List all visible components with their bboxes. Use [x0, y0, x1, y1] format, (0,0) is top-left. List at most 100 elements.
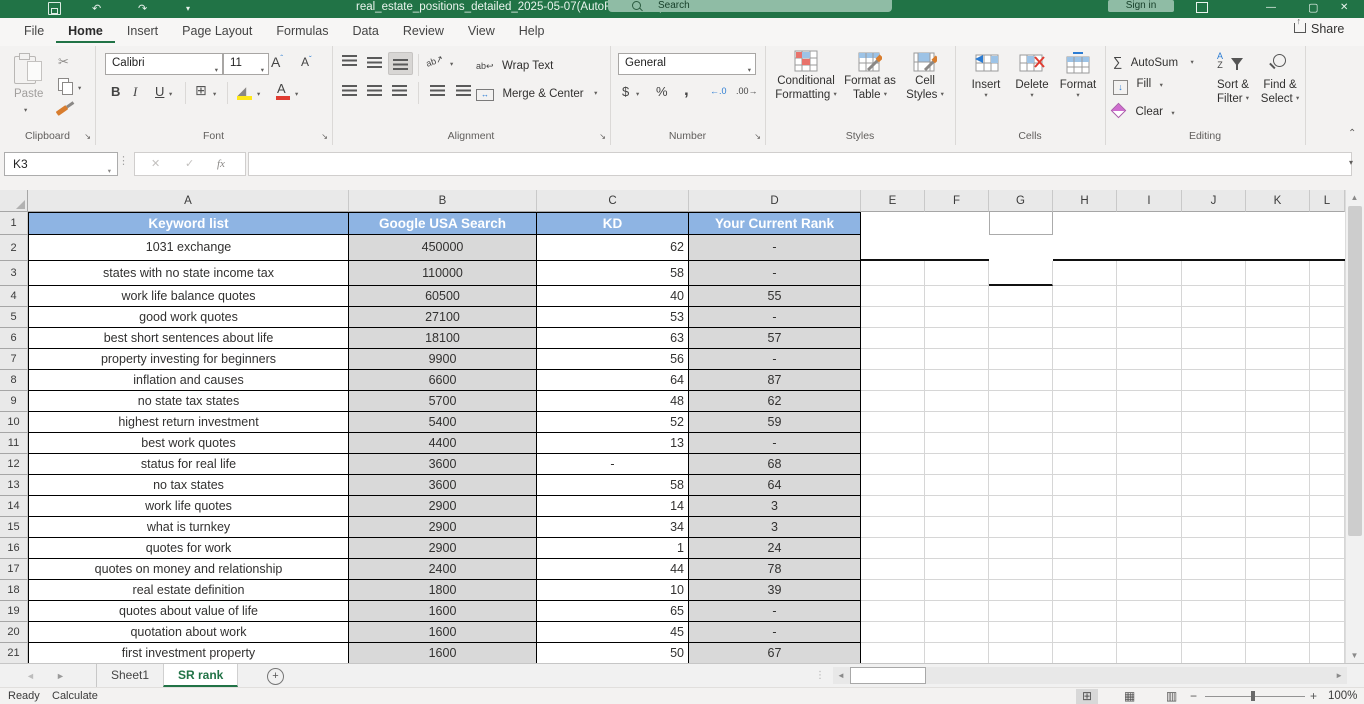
- cell[interactable]: [925, 454, 989, 475]
- row-header-15[interactable]: 15: [0, 517, 28, 538]
- cell[interactable]: 57: [689, 328, 861, 349]
- cell[interactable]: [1246, 349, 1310, 370]
- cell[interactable]: [1053, 580, 1117, 601]
- cell[interactable]: best short sentences about life: [28, 328, 349, 349]
- tab-help[interactable]: Help: [507, 18, 557, 43]
- column-header-F[interactable]: F: [925, 190, 989, 212]
- cell[interactable]: [989, 601, 1053, 622]
- cell[interactable]: 39: [689, 580, 861, 601]
- cell[interactable]: [1310, 391, 1345, 412]
- tab-view[interactable]: View: [456, 18, 507, 43]
- find-select-button[interactable]: Find &Select ▾: [1257, 52, 1303, 106]
- cell[interactable]: [989, 235, 1053, 261]
- delete-cells-button[interactable]: Delete ▾: [1011, 52, 1053, 99]
- cell[interactable]: -: [689, 307, 861, 328]
- sheet-tab-sheet1[interactable]: Sheet1: [97, 664, 163, 687]
- cell[interactable]: [1246, 622, 1310, 643]
- cell[interactable]: [861, 517, 925, 538]
- cell[interactable]: 53: [537, 307, 689, 328]
- cell[interactable]: [1246, 475, 1310, 496]
- cell[interactable]: 2900: [349, 538, 537, 559]
- cell[interactable]: [1117, 212, 1182, 235]
- zoom-out-button[interactable]: −: [1190, 689, 1197, 703]
- percent-style-button[interactable]: %: [656, 84, 668, 99]
- cell[interactable]: [1246, 286, 1310, 307]
- cell[interactable]: [1053, 307, 1117, 328]
- cell[interactable]: -: [689, 433, 861, 454]
- grow-font-button[interactable]: Aˆ: [271, 54, 283, 70]
- row-header-2[interactable]: 2: [0, 235, 28, 261]
- clipboard-dialog-launcher[interactable]: ↘: [84, 132, 91, 141]
- cell[interactable]: [1053, 643, 1117, 663]
- cell[interactable]: [925, 391, 989, 412]
- cell[interactable]: [925, 580, 989, 601]
- cell[interactable]: [1246, 328, 1310, 349]
- cell[interactable]: [1117, 496, 1182, 517]
- cell[interactable]: 62: [689, 391, 861, 412]
- column-header-D[interactable]: D: [689, 190, 861, 212]
- cell[interactable]: [925, 496, 989, 517]
- cell[interactable]: [925, 235, 989, 261]
- cell[interactable]: [989, 349, 1053, 370]
- font-name-combo[interactable]: Calibri▾: [105, 53, 223, 75]
- name-box-dropdown-icon[interactable]: ▾: [108, 161, 111, 183]
- merge-center-button[interactable]: ↔ Merge & Center ▾: [476, 84, 597, 102]
- accounting-format-button[interactable]: $: [622, 84, 629, 99]
- cell[interactable]: [1117, 235, 1182, 261]
- cell[interactable]: [1182, 538, 1246, 559]
- cell[interactable]: -: [689, 261, 861, 286]
- cell[interactable]: [1310, 454, 1345, 475]
- scroll-down-icon[interactable]: ▼: [1346, 651, 1363, 660]
- cell[interactable]: [1182, 412, 1246, 433]
- cell[interactable]: 13: [537, 433, 689, 454]
- font-size-combo[interactable]: 11▾: [223, 53, 269, 75]
- column-header-G[interactable]: G: [989, 190, 1053, 212]
- cell[interactable]: [925, 307, 989, 328]
- cell[interactable]: [1182, 643, 1246, 663]
- copy-icon[interactable]: [58, 78, 69, 91]
- cell[interactable]: [1117, 370, 1182, 391]
- cell[interactable]: [989, 370, 1053, 391]
- cell[interactable]: [1053, 475, 1117, 496]
- number-format-combo[interactable]: General▾: [618, 53, 756, 75]
- cell[interactable]: [861, 391, 925, 412]
- cell[interactable]: [1117, 622, 1182, 643]
- row-header-16[interactable]: 16: [0, 538, 28, 559]
- cell[interactable]: 5400: [349, 412, 537, 433]
- cell[interactable]: 1600: [349, 601, 537, 622]
- new-sheet-button[interactable]: +: [267, 668, 284, 685]
- cell[interactable]: [1310, 643, 1345, 663]
- tab-review[interactable]: Review: [391, 18, 456, 43]
- cell[interactable]: [1053, 496, 1117, 517]
- align-center-button[interactable]: [363, 80, 386, 101]
- cell[interactable]: [1053, 349, 1117, 370]
- cell[interactable]: 67: [689, 643, 861, 663]
- cell[interactable]: [925, 601, 989, 622]
- cell[interactable]: 63: [537, 328, 689, 349]
- cell[interactable]: quotes for work: [28, 538, 349, 559]
- cell[interactable]: 9900: [349, 349, 537, 370]
- select-all-button[interactable]: [0, 190, 28, 212]
- cell[interactable]: 48: [537, 391, 689, 412]
- cell[interactable]: [1310, 235, 1345, 261]
- column-header-B[interactable]: B: [349, 190, 537, 212]
- font-color-button[interactable]: A: [277, 81, 286, 96]
- cell[interactable]: 60500: [349, 286, 537, 307]
- cell[interactable]: [1053, 212, 1117, 235]
- cell[interactable]: [1310, 559, 1345, 580]
- cell[interactable]: [925, 622, 989, 643]
- cell[interactable]: [1053, 391, 1117, 412]
- cell[interactable]: [1182, 286, 1246, 307]
- cell[interactable]: 6600: [349, 370, 537, 391]
- cell[interactable]: [1117, 433, 1182, 454]
- cell[interactable]: [925, 261, 989, 286]
- cell[interactable]: 2900: [349, 496, 537, 517]
- cell[interactable]: [861, 622, 925, 643]
- cell[interactable]: good work quotes: [28, 307, 349, 328]
- cell[interactable]: [1053, 601, 1117, 622]
- cell[interactable]: [989, 475, 1053, 496]
- cell[interactable]: [1246, 643, 1310, 663]
- cell[interactable]: [1117, 643, 1182, 663]
- alignment-dialog-launcher[interactable]: ↘: [599, 132, 606, 141]
- cell[interactable]: [925, 433, 989, 454]
